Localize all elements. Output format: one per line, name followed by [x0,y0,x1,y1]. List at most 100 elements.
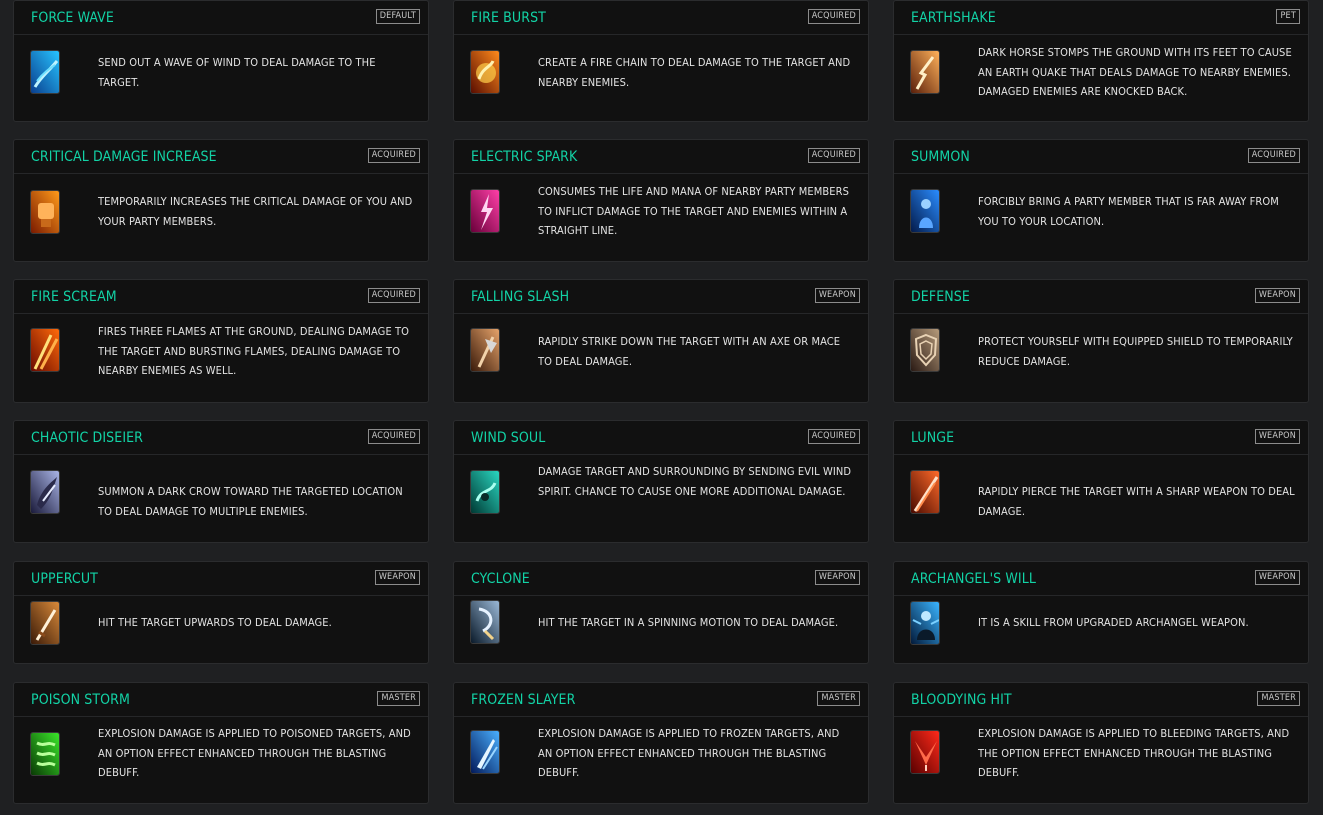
poison-storm-icon [30,732,60,776]
skill-badge: ACQUIRED [807,148,860,163]
skill-badge: MASTER [817,691,860,706]
skill-title: FROZEN SLAYER [471,692,576,708]
skill-card-header: CHAOTIC DISEIER ACQUIRED [14,421,428,455]
skill-title: BLOODYING HIT [911,692,1012,708]
skill-title: ARCHANGEL'S WILL [911,571,1036,587]
skill-card-header: FORCE WAVE DEFAULT [14,1,428,35]
skill-title: CHAOTIC DISEIER [31,430,144,446]
skill-card-header: UPPERCUT WEAPON [14,562,428,596]
skills-grid: FORCE WAVE DEFAULT SEND OUT A WAVE OF WI… [0,0,1323,815]
skill-card[interactable]: FIRE BURST ACQUIRED CREATE A FIRE CHAIN … [453,0,869,122]
skill-card[interactable]: EARTHSHAKE PET DARK HORSE STOMPS THE GRO… [893,0,1309,122]
archangel-icon [910,601,940,645]
skill-description: DAMAGE TARGET AND SURROUNDING BY SENDING… [538,465,852,498]
skill-description: SEND OUT A WAVE OF WIND TO DEAL DAMAGE T… [98,56,376,89]
sword-icon [30,601,60,645]
skill-card[interactable]: BLOODYING HIT MASTER EXPLOSION DAMAGE IS… [893,682,1309,804]
skill-description: CREATE A FIRE CHAIN TO DEAL DAMAGE TO TH… [538,56,851,89]
skill-description: HIT THE TARGET UPWARDS TO DEAL DAMAGE. [98,616,332,629]
fist-icon [30,190,60,234]
skill-badge: MASTER [1257,691,1300,706]
skill-description: FORCIBLY BRING A PARTY MEMBER THAT IS FA… [978,195,1279,228]
skill-description: EXPLOSION DAMAGE IS APPLIED TO BLEEDING … [978,727,1290,779]
axe-icon [470,328,500,372]
skill-title: LUNGE [911,430,955,446]
skill-card-header: SUMMON ACQUIRED [894,140,1308,174]
skill-description: EXPLOSION DAMAGE IS APPLIED TO POISONED … [98,727,411,779]
skill-card-header: WIND SOUL ACQUIRED [454,421,868,455]
skill-card[interactable]: POISON STORM MASTER EXPLOSION DAMAGE IS … [13,682,429,804]
skill-title: EARTHSHAKE [911,10,996,26]
skill-card-header: LUNGE WEAPON [894,421,1308,455]
fire-chain-icon [470,50,500,94]
skill-title: ELECTRIC SPARK [471,149,578,165]
skill-badge: MASTER [377,691,420,706]
skill-card-header: FIRE SCREAM ACQUIRED [14,280,428,314]
skill-badge: ACQUIRED [367,429,420,444]
skill-title: WIND SOUL [471,430,546,446]
skill-badge: ACQUIRED [1247,148,1300,163]
earthquake-icon [910,50,940,94]
skill-description: FIRES THREE FLAMES AT THE GROUND, DEALIN… [98,325,410,377]
skill-badge: ACQUIRED [367,148,420,163]
skill-card[interactable]: CYCLONE WEAPON HIT THE TARGET IN A SPINN… [453,561,869,664]
wind-spirit-icon [470,470,500,514]
skill-card[interactable]: WIND SOUL ACQUIRED DAMAGE TARGET AND SUR… [453,420,869,543]
skill-card[interactable]: FORCE WAVE DEFAULT SEND OUT A WAVE OF WI… [13,0,429,122]
skill-description: PROTECT YOURSELF WITH EQUIPPED SHIELD TO… [978,335,1293,368]
skill-card-header: ELECTRIC SPARK ACQUIRED [454,140,868,174]
skill-badge: WEAPON [1254,429,1300,444]
skill-card[interactable]: FALLING SLASH WEAPON RAPIDLY STRIKE DOWN… [453,279,869,403]
skill-card-header: BLOODYING HIT MASTER [894,683,1308,717]
skill-title: FORCE WAVE [31,10,114,26]
blood-slash-icon [910,730,940,774]
ice-shard-icon [470,730,500,774]
skill-description: SUMMON A DARK CROW TOWARD THE TARGETED L… [98,485,403,518]
skill-title: FIRE SCREAM [31,289,117,305]
skill-card[interactable]: CRITICAL DAMAGE INCREASE ACQUIRED TEMPOR… [13,139,429,262]
skill-badge: ACQUIRED [807,9,860,24]
skill-description: RAPIDLY PIERCE THE TARGET WITH A SHARP W… [978,485,1295,518]
skill-badge: WEAPON [814,288,860,303]
skill-title: FALLING SLASH [471,289,570,305]
skill-badge: WEAPON [814,570,860,585]
skill-card-header: FALLING SLASH WEAPON [454,280,868,314]
skill-title: DEFENSE [911,289,970,305]
skill-card-header: FROZEN SLAYER MASTER [454,683,868,717]
skill-card-header: CRITICAL DAMAGE INCREASE ACQUIRED [14,140,428,174]
skill-card[interactable]: ELECTRIC SPARK ACQUIRED CONSUMES THE LIF… [453,139,869,262]
wind-wave-icon [30,50,60,94]
skill-badge: PET [1276,9,1300,24]
skill-card[interactable]: UPPERCUT WEAPON HIT THE TARGET UPWARDS T… [13,561,429,664]
shield-icon [910,328,940,372]
skill-badge: ACQUIRED [807,429,860,444]
skill-badge: WEAPON [1254,570,1300,585]
skill-description: DARK HORSE STOMPS THE GROUND WITH ITS FE… [978,46,1292,98]
skill-badge: WEAPON [1254,288,1300,303]
skill-description: TEMPORARILY INCREASES THE CRITICAL DAMAG… [98,195,413,228]
lunge-icon [910,470,940,514]
skill-card[interactable]: FIRE SCREAM ACQUIRED FIRES THREE FLAMES … [13,279,429,403]
skill-description: IT IS A SKILL FROM UPGRADED ARCHANGEL WE… [978,616,1249,629]
skill-card[interactable]: CHAOTIC DISEIER ACQUIRED SUMMON A DARK C… [13,420,429,543]
skill-card-header: ARCHANGEL'S WILL WEAPON [894,562,1308,596]
skill-card-header: FIRE BURST ACQUIRED [454,1,868,35]
skill-card-header: DEFENSE WEAPON [894,280,1308,314]
skill-card[interactable]: LUNGE WEAPON RAPIDLY PIERCE THE TARGET W… [893,420,1309,543]
crow-icon [30,470,60,514]
skill-card[interactable]: FROZEN SLAYER MASTER EXPLOSION DAMAGE IS… [453,682,869,804]
skill-title: POISON STORM [31,692,130,708]
skill-card[interactable]: DEFENSE WEAPON PROTECT YOURSELF WITH EQU… [893,279,1309,403]
skill-card[interactable]: SUMMON ACQUIRED FORCIBLY BRING A PARTY M… [893,139,1309,262]
skill-title: SUMMON [911,149,970,165]
skill-title: CRITICAL DAMAGE INCREASE [31,149,217,165]
cyclone-icon [470,600,500,644]
skill-card-header: POISON STORM MASTER [14,683,428,717]
skill-description: HIT THE TARGET IN A SPINNING MOTION TO D… [538,616,839,629]
skill-description: CONSUMES THE LIFE AND MANA OF NEARBY PAR… [538,185,849,237]
skill-card[interactable]: ARCHANGEL'S WILL WEAPON IT IS A SKILL FR… [893,561,1309,664]
skill-title: UPPERCUT [31,571,98,587]
summon-figure-icon [910,189,940,233]
skill-badge: DEFAULT [375,9,420,24]
skill-badge: ACQUIRED [367,288,420,303]
